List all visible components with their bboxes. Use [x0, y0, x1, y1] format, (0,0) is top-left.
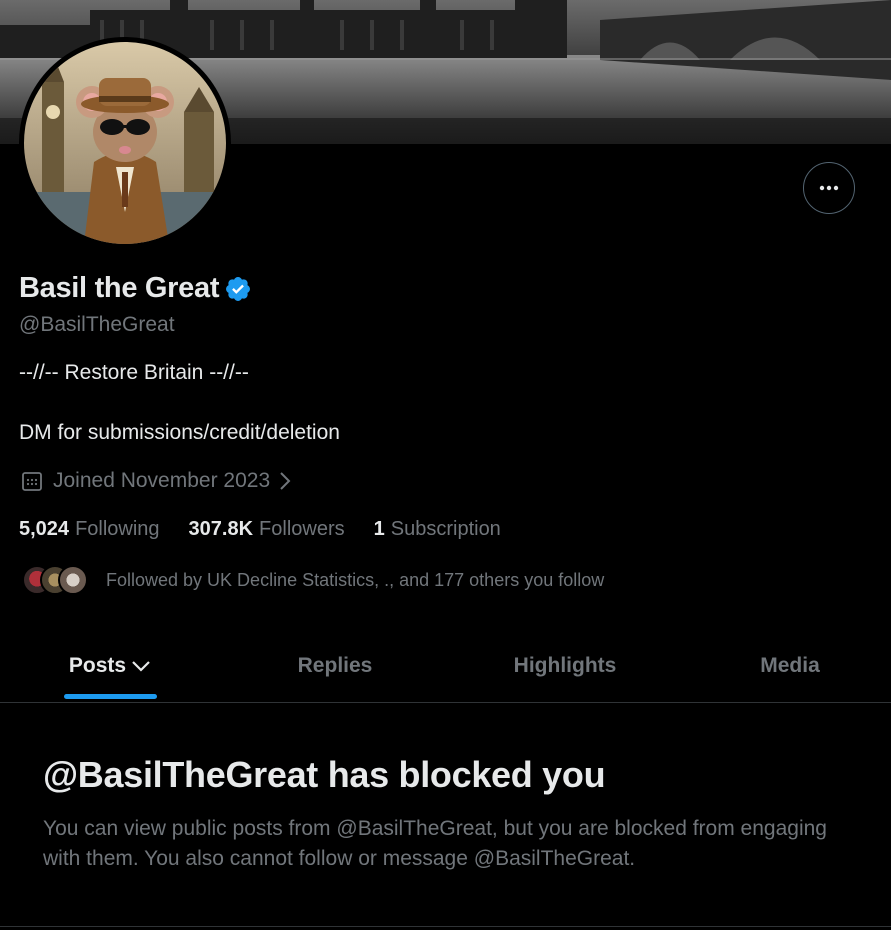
blocked-title: @BasilTheGreat has blocked you — [43, 754, 606, 795]
tab-highlights[interactable]: Highlights — [495, 630, 635, 702]
tab-posts-label: Posts — [68, 654, 127, 677]
joined-text: Joined November 2023 — [53, 469, 271, 492]
joined-date[interactable]: Joined November 2023 — [21, 469, 292, 493]
tab-replies[interactable]: Replies — [270, 630, 400, 702]
tab-media[interactable]: Media — [735, 630, 845, 702]
profile-name: Basil the Great — [19, 272, 220, 304]
following-count: 5,024 — [19, 518, 70, 540]
tab-replies-label: Replies — [297, 654, 373, 677]
subscription-label: Subscription — [390, 518, 501, 540]
tab-media-label: Media — [760, 654, 820, 677]
subscription-count: 1 — [373, 518, 385, 540]
divider — [0, 926, 891, 927]
profile-bio-line2: DM for submissions/credit/deletion — [19, 421, 340, 444]
followers-count: 307.8K — [188, 518, 254, 540]
followed-by-text: Followed by UK Decline Statistics, ., an… — [106, 569, 605, 590]
avatar-image — [24, 42, 226, 244]
profile-bio-line1: --//-- Restore Britain --//-- — [19, 361, 249, 384]
tab-posts[interactable]: Posts — [64, 630, 157, 702]
chevron-down-icon — [132, 661, 150, 672]
profile-stats: 5,024 Following 307.8K Followers 1 Subscrip… — [19, 518, 530, 541]
verified-badge-icon[interactable] — [224, 275, 252, 303]
profile-avatar[interactable] — [19, 37, 231, 249]
profile-handle: @BasilTheGreat — [19, 313, 175, 336]
profile-name-row: Basil the Great — [19, 272, 252, 305]
more-horizontal-icon — [819, 185, 839, 191]
followers-label: Followers — [259, 518, 345, 540]
following-stat[interactable]: 5,024 Following — [19, 518, 160, 541]
more-options-button[interactable] — [803, 162, 855, 214]
following-label: Following — [75, 518, 160, 540]
followed-by[interactable]: Followed by UK Decline Statistics, ., an… — [22, 565, 604, 595]
follower-avatar — [58, 565, 88, 595]
subscription-stat[interactable]: 1 Subscription — [374, 518, 501, 541]
active-tab-indicator — [64, 694, 157, 699]
tab-highlights-label: Highlights — [513, 654, 617, 677]
blocked-description: You can view public posts from @BasilThe… — [43, 817, 827, 870]
calendar-icon — [22, 472, 42, 491]
followers-stat[interactable]: 307.8K Followers — [189, 518, 345, 541]
chevron-right-icon — [280, 472, 291, 490]
profile-tabs: Posts Replies Highlights Media — [0, 630, 891, 703]
